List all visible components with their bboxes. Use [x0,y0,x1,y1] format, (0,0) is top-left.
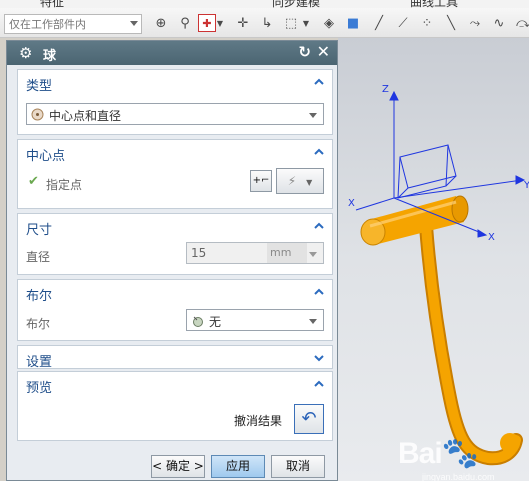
diameter-unit[interactable]: mm [267,243,307,263]
chevron-up-icon[interactable] [314,221,324,231]
shaded-cube-icon[interactable]: ■ [344,14,362,32]
section-settings: 设置 [17,345,333,370]
dialog-body: 类型 中心点和直径 中心点 ✔ 指定点 +⌐ ⚡ ▼ 尺寸 直径 15 mm 布… [17,67,333,478]
section-boolean-header[interactable]: 布尔 [18,280,332,304]
snap-grid-icon[interactable]: ⊕ [152,14,170,32]
chevron-up-icon[interactable] [314,77,324,87]
section-boolean: 布尔 布尔 无 [17,279,333,341]
apply-button[interactable]: 应用 [211,455,265,478]
section-preview-header[interactable]: 预览 [18,372,332,396]
chevron-down-icon[interactable] [314,353,324,363]
type-select[interactable]: 中心点和直径 [26,103,324,125]
boolean-label: 布尔 [26,317,51,331]
dialog-title-bar: ⚙ 球 ↻ ✕ [7,41,337,65]
section-dimensions-header[interactable]: 尺寸 [18,214,332,238]
sphere-type-icon [31,108,44,121]
chevron-up-icon[interactable] [314,287,324,297]
chevron-up-icon[interactable] [314,379,324,389]
section-preview: 预览 撤消结果 ↶ [17,371,333,441]
section-dimensions: 尺寸 直径 15 mm [17,213,333,275]
dotted-shape-icon[interactable]: ⁘ [418,14,436,32]
section-boolean-title: 布尔 [26,289,53,304]
curve-arrow-icon[interactable]: ⤳ [466,14,484,32]
point-cross-icon[interactable]: ✛ [234,14,252,32]
top-menu-strip: 特征 同步建模 曲线工具 [0,0,529,8]
selection-scope-value: 仅在工作部件内 [9,18,86,31]
sketch-line-icon[interactable]: ╲ [442,14,460,32]
gear-icon[interactable]: ⚙ [19,44,32,62]
section-type-header[interactable]: 类型 [18,70,332,94]
spline-icon[interactable]: ⤼ [514,14,529,32]
section-preview-title: 预览 [26,381,53,396]
axis-label-y: Y [523,180,529,191]
arrow-snap-icon[interactable]: ↳ [258,14,276,32]
check-icon: ✔ [28,174,39,189]
type-select-value: 中心点和直径 [49,109,122,123]
point-infer-select[interactable]: ⚡ ▼ [276,168,324,194]
chevron-down-icon[interactable] [309,252,317,257]
undo-result-button[interactable]: ↶ [294,404,324,434]
edge-line-icon[interactable]: ╱ [370,14,388,32]
section-dimensions-title: 尺寸 [26,223,53,238]
section-center-header[interactable]: 中心点 [18,140,332,164]
axis-label-x-left: X [348,198,355,209]
section-settings-header[interactable]: 设置 [18,346,332,370]
curve-icon[interactable]: ∿ [490,14,508,32]
model-canvas: Z Y X X [348,84,529,466]
boolean-none-icon [191,314,204,327]
section-type-title: 类型 [26,79,53,94]
cancel-button[interactable]: 取消 [271,455,325,478]
boolean-value: 无 [209,315,222,329]
point-snap-icon[interactable]: ✚ [198,14,216,32]
chevron-down-icon[interactable] [309,113,317,118]
menu-features[interactable]: 特征 [40,0,64,8]
point-dialog-button[interactable]: +⌐ [250,170,272,192]
end-cap [500,433,520,453]
section-type: 类型 中心点和直径 [17,69,333,135]
chevron-down-icon[interactable]: ▼ [216,14,224,32]
ok-button[interactable]: < 确定 > [151,455,205,478]
chevron-down-icon[interactable] [130,21,138,26]
section-center-point: 中心点 ✔ 指定点 +⌐ ⚡ ▼ [17,139,333,209]
chevron-down-icon[interactable]: ▼ [306,178,312,187]
undo-result-label: 撤消结果 [234,414,283,428]
chevron-up-icon[interactable] [314,147,324,157]
watermark-logo: Bai🐾 jingyan.baidu.com [398,437,495,481]
diameter-field[interactable]: 15 mm [186,242,324,264]
specify-point-label: 指定点 [46,178,83,192]
undo-icon: ↶ [301,408,317,429]
diameter-label: 直径 [26,250,51,264]
sphere-dialog: ⚙ 球 ↻ ✕ 类型 中心点和直径 中心点 ✔ 指定点 +⌐ ⚡ ▼ 尺寸 直径… [6,40,338,481]
chevron-down-icon[interactable] [309,319,317,324]
wireframe-icon[interactable]: ◈ [320,14,338,32]
axis-label-z: Z [382,84,389,95]
diameter-value: 15 [191,246,207,260]
diagonal-line-icon[interactable]: ⟋ [394,14,412,32]
selection-scope-select[interactable]: 仅在工作部件内 [4,14,142,34]
hook-shaft [421,221,521,464]
menu-curve-tools[interactable]: 曲线工具 [410,0,458,8]
snap-filter-icon[interactable]: ⚲ [176,14,194,32]
menu-sync-modeling[interactable]: 同步建模 [272,0,320,8]
section-center-title: 中心点 [26,149,66,164]
graphics-viewport[interactable]: Z Y X X Bai🐾 jingyan.baidu.com [338,38,529,481]
boolean-select[interactable]: 无 [186,309,324,331]
toolbar: 仅在工作部件内 ⊕ ⚲ ✚ ▼ ✛ ↳ ⬚ ▼ ◈ ■ ╱ ⟋ ⁘ ╲ ⤳ ∿ … [0,8,529,38]
chevron-down-icon[interactable]: ▼ [302,14,310,32]
close-icon[interactable]: ✕ [317,42,330,61]
section-settings-title: 设置 [26,355,53,370]
lightning-icon: ⚡ [287,174,297,188]
axis-label-x: X [488,232,495,243]
reset-icon[interactable]: ↻ [298,43,311,61]
box-select-icon[interactable]: ⬚ [282,14,300,32]
dialog-title: 球 [43,49,57,64]
